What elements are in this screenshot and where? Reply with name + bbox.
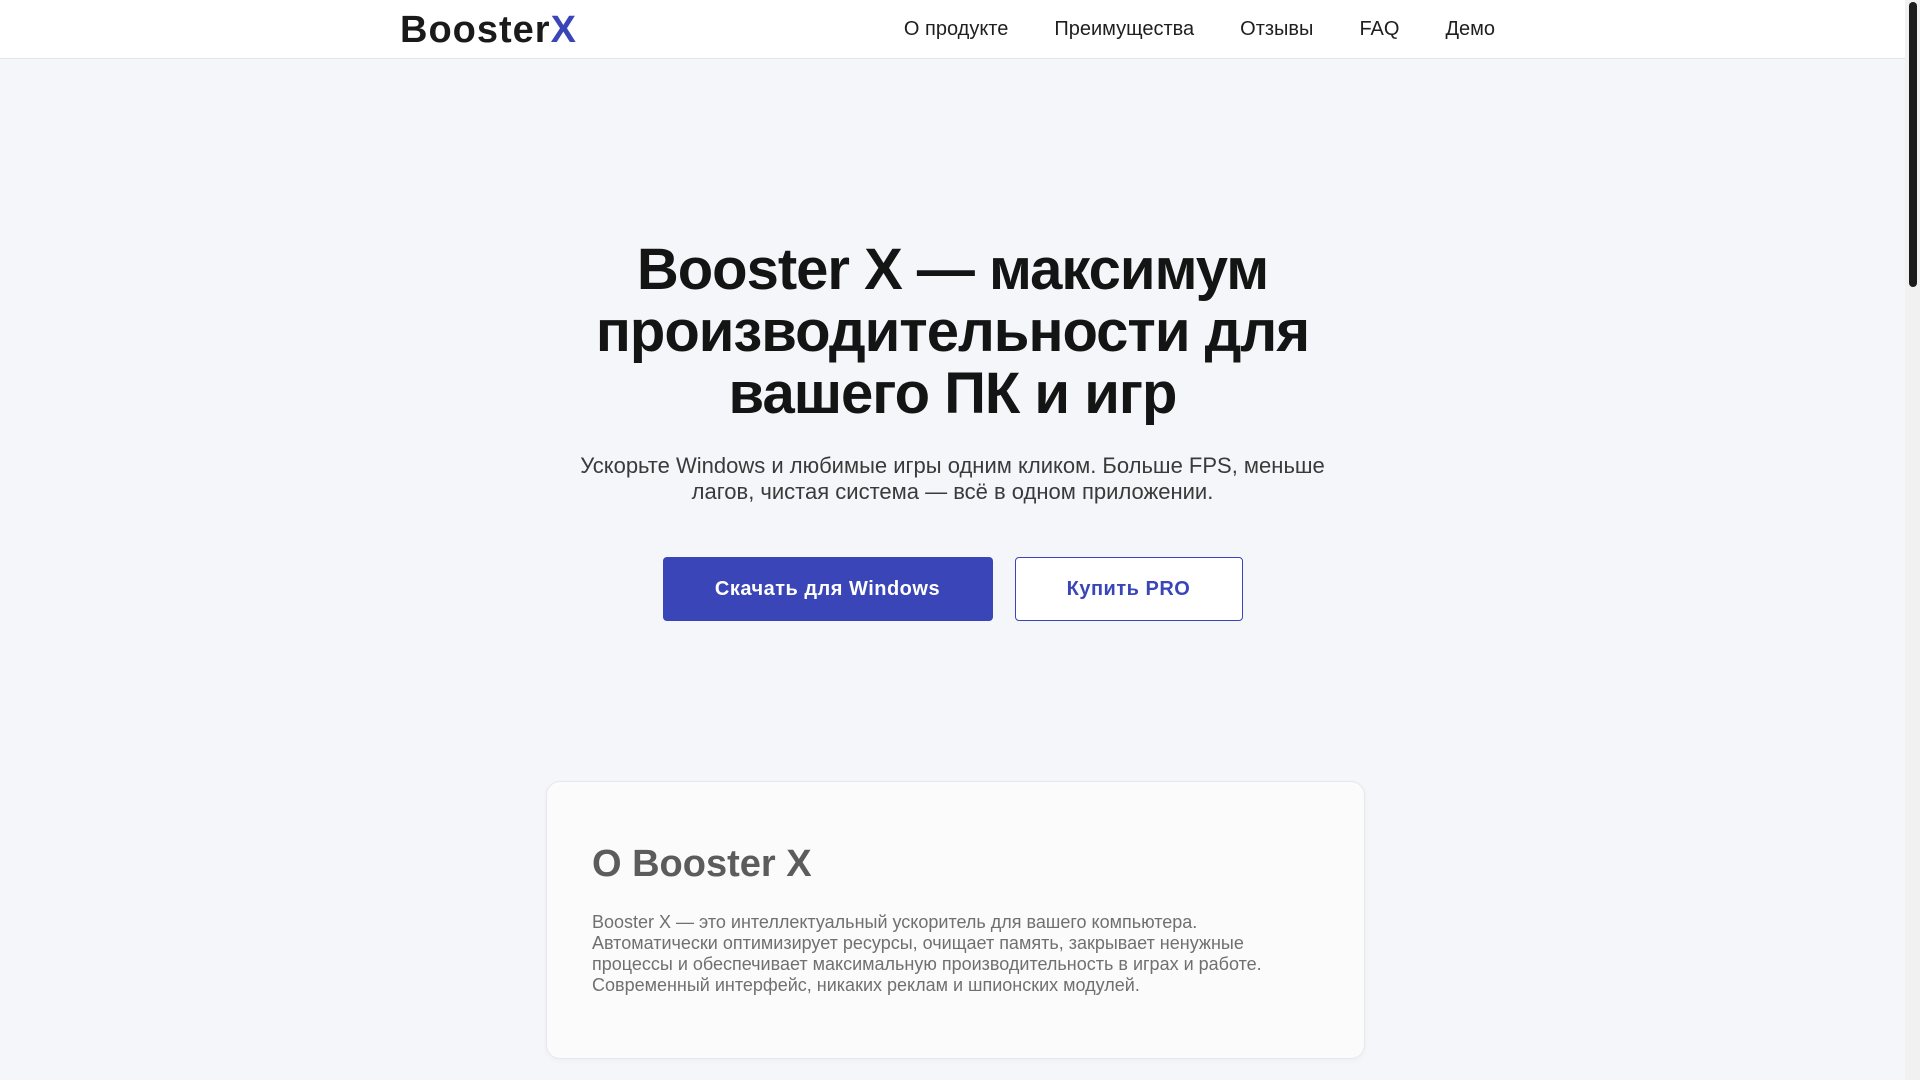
nav-link-faq[interactable]: FAQ [1359, 18, 1399, 41]
logo-main: Booster [400, 9, 551, 51]
hero-buttons: Скачать для Windows Купить PRO [0, 557, 1905, 621]
download-windows-button[interactable]: Скачать для Windows [662, 557, 993, 621]
nav-link-reviews[interactable]: Отзывы [1240, 18, 1313, 41]
about-title: О Booster X [592, 843, 812, 885]
scrollbar-thumb[interactable] [1909, 2, 1917, 287]
logo[interactable]: BoosterX [400, 8, 577, 52]
hero-title: Booster X — максимум производительности … [595, 237, 1310, 426]
buy-pro-button[interactable]: Купить PRO [1014, 557, 1243, 621]
page-viewport: BoosterX О продукте Преимущества Отзывы … [0, 0, 1905, 1080]
hero-subtitle: Ускорьте Windows и любимые игры одним кл… [580, 453, 1325, 504]
hero-section: Booster X — максимум производительности … [0, 59, 1905, 621]
logo-accent: X [550, 9, 577, 51]
nav-link-about[interactable]: О продукте [904, 18, 1008, 41]
nav-link-demo[interactable]: Демо [1445, 18, 1495, 41]
about-text: Booster X — это интеллектуальный ускорит… [592, 912, 1262, 995]
page-scrollbar[interactable] [1905, 0, 1920, 1080]
main-nav: О продукте Преимущества Отзывы FAQ Демо [904, 0, 1495, 59]
nav-link-advantages[interactable]: Преимущества [1054, 18, 1194, 41]
site-header: BoosterX О продукте Преимущества Отзывы … [0, 0, 1905, 59]
about-card: О Booster X Booster X — это интеллектуал… [546, 781, 1365, 1059]
